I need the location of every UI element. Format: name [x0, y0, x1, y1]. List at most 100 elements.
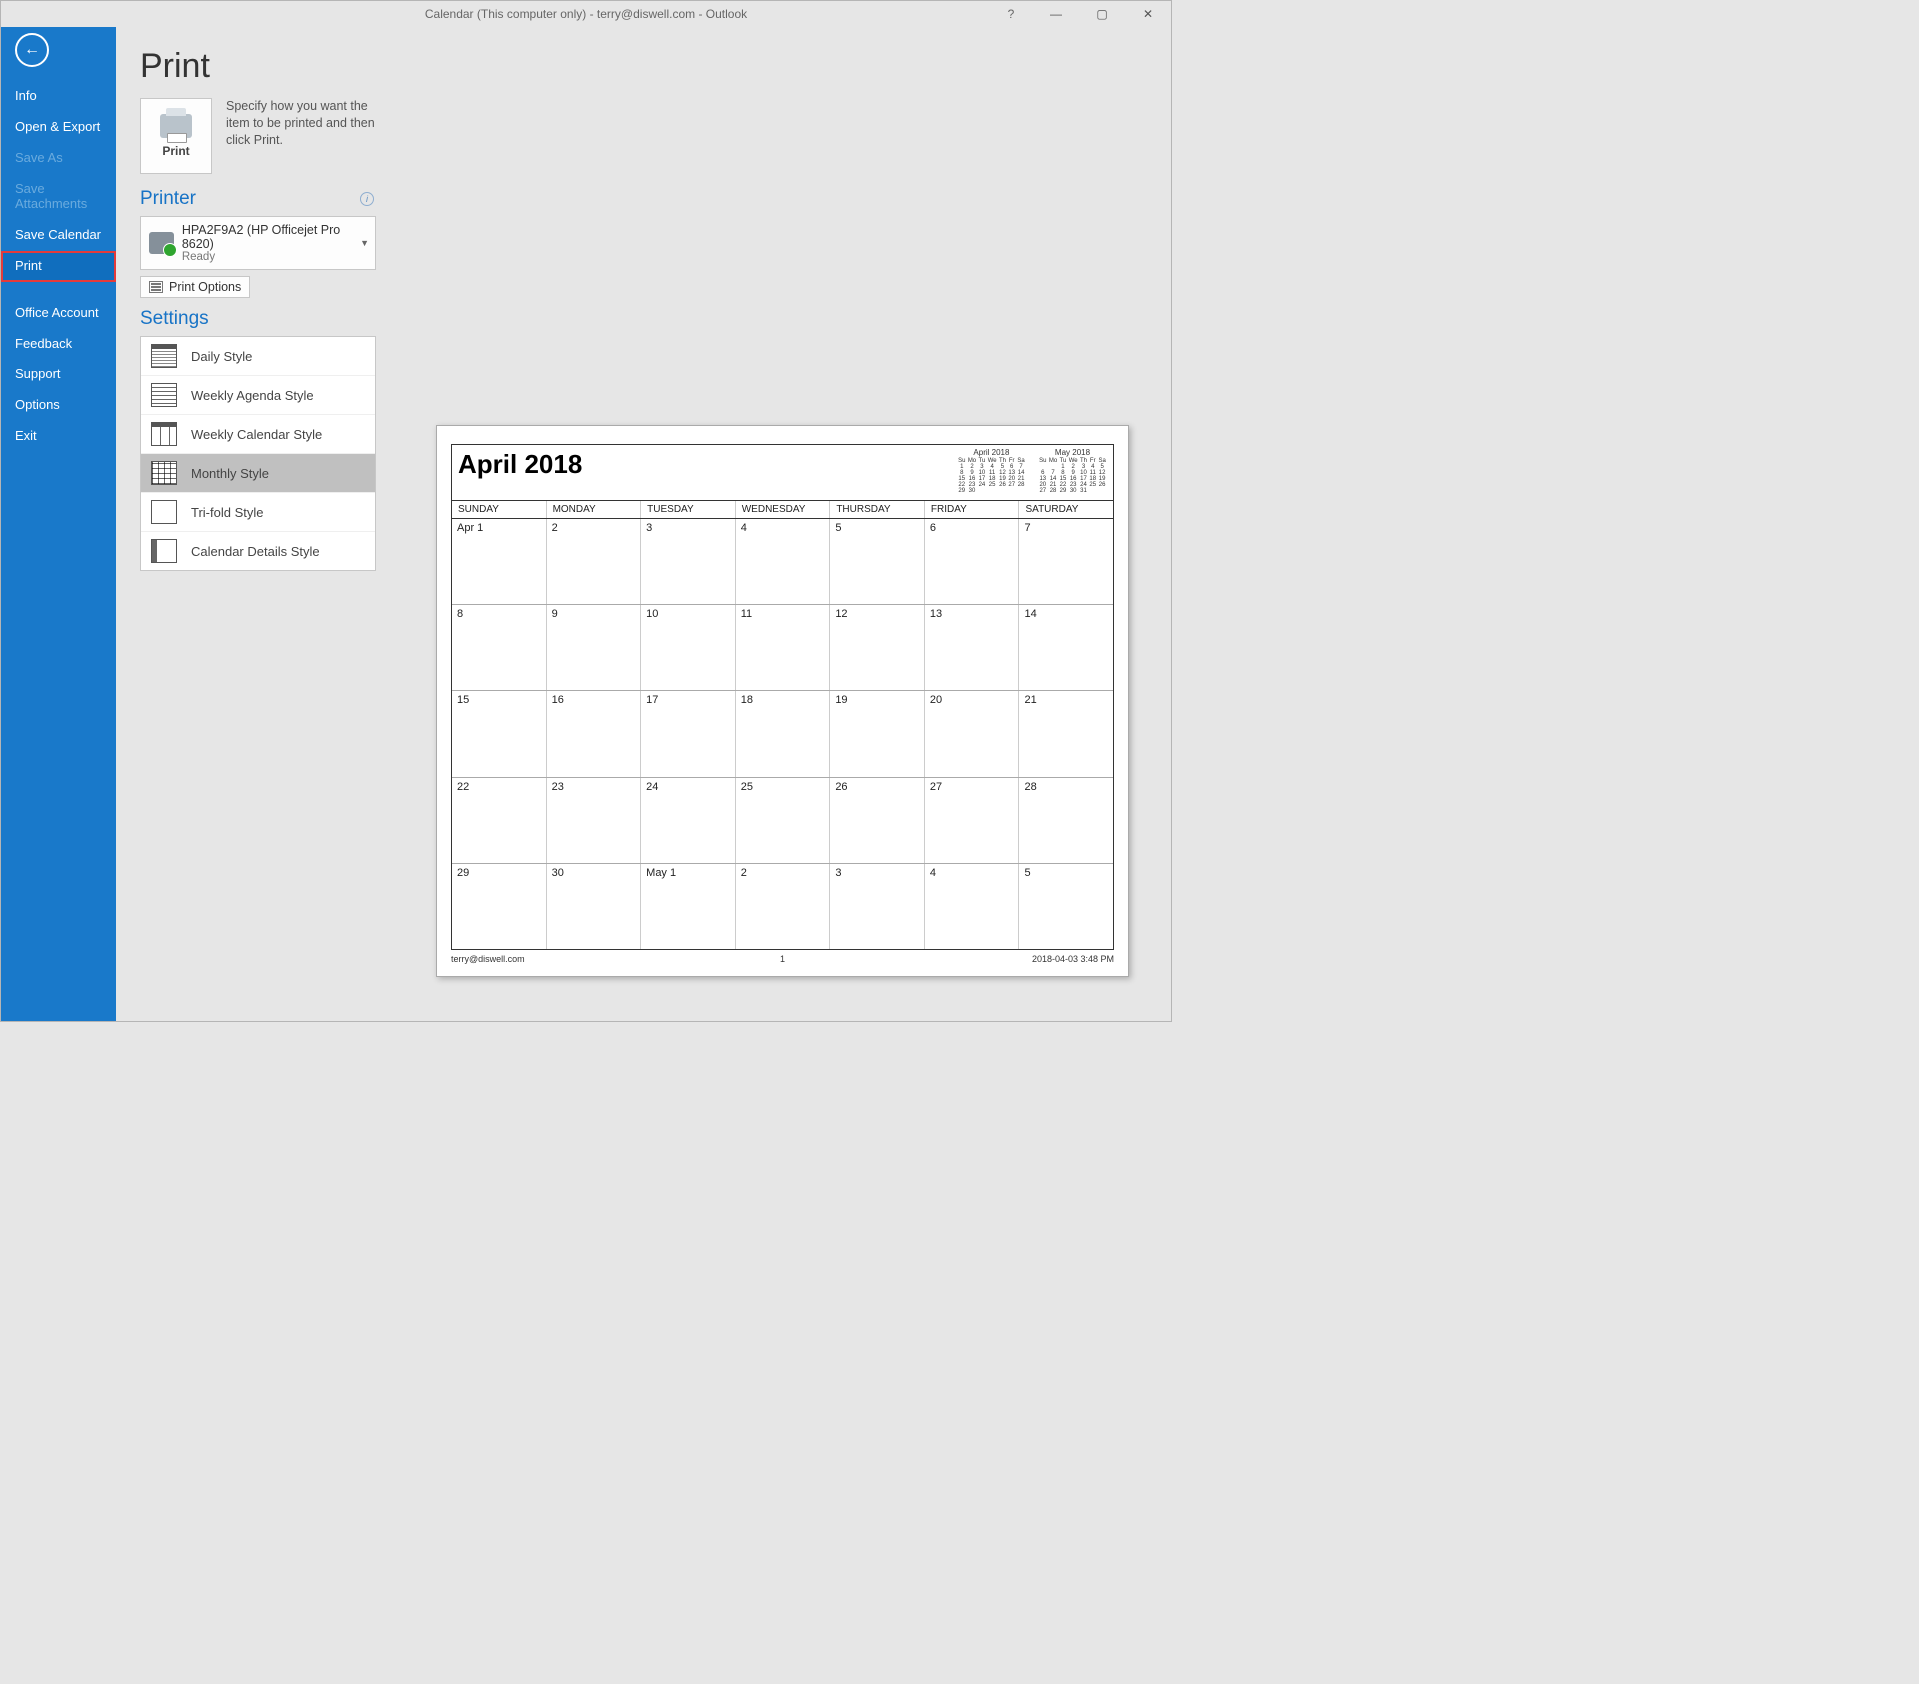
calendar-day-cell: 28 — [1019, 778, 1113, 863]
style-label: Calendar Details Style — [191, 544, 320, 559]
weekly-agenda-icon — [151, 383, 177, 407]
calendar-day-cell: 10 — [641, 605, 736, 690]
calendar-day-cell: 25 — [736, 778, 831, 863]
daily-icon — [151, 344, 177, 368]
outlook-window: Calendar (This computer only) - terry@di… — [0, 0, 1172, 1022]
preview-footer: terry@diswell.com 1 2018-04-03 3:48 PM — [451, 950, 1114, 964]
calendar-day-cell: 15 — [452, 691, 547, 776]
nav-item-save-attachments: Save Attachments — [1, 174, 116, 220]
calendar-day-cell: May 1 — [641, 864, 736, 949]
calendar-day-cell: 17 — [641, 691, 736, 776]
print-button-tile[interactable]: Print — [140, 98, 212, 174]
nav-item-feedback[interactable]: Feedback — [1, 329, 116, 360]
calendar-day-cell: 29 — [452, 864, 547, 949]
mini-calendars: April 2018SuMoTuWeThFrSa1234567891011121… — [957, 449, 1107, 494]
settings-heading: Settings — [140, 308, 376, 330]
day-of-week-row: SUNDAYMONDAYTUESDAYWEDNESDAYTHURSDAYFRID… — [452, 501, 1113, 519]
calendar-day-cell: 24 — [641, 778, 736, 863]
nav-item-options[interactable]: Options — [1, 390, 116, 421]
maximize-button[interactable]: ▢ — [1079, 1, 1125, 27]
mini-calendar: April 2018SuMoTuWeThFrSa1234567891011121… — [957, 449, 1026, 494]
style-label: Tri-fold Style — [191, 505, 263, 520]
nav-item-save-calendar[interactable]: Save Calendar — [1, 220, 116, 251]
style-trifold[interactable]: Tri-fold Style — [141, 493, 375, 532]
chevron-down-icon: ▼ — [360, 238, 369, 248]
calendar-day-cell: 27 — [925, 778, 1020, 863]
monthly-icon — [151, 461, 177, 485]
info-icon[interactable]: i — [360, 192, 374, 206]
preview-header: April 2018 April 2018SuMoTuWeThFrSa12345… — [451, 444, 1114, 501]
calendar-day-cell: 2 — [736, 864, 831, 949]
style-label: Daily Style — [191, 349, 252, 364]
calendar-week: Apr 1234567 — [452, 519, 1113, 605]
style-label: Monthly Style — [191, 466, 269, 481]
back-button[interactable]: ← — [15, 33, 49, 67]
dow-header: WEDNESDAY — [736, 501, 831, 518]
back-arrow-icon: ← — [24, 41, 40, 59]
dow-header: SATURDAY — [1019, 501, 1113, 518]
backstage-sidebar: ← InfoOpen & ExportSave AsSave Attachmen… — [1, 27, 116, 1021]
close-button[interactable]: ✕ — [1125, 1, 1171, 27]
calendar-day-cell: 5 — [830, 519, 925, 604]
calendar-day-cell: 23 — [547, 778, 642, 863]
style-label: Weekly Calendar Style — [191, 427, 322, 442]
nav-item-info[interactable]: Info — [1, 81, 116, 112]
calendar-day-cell: 19 — [830, 691, 925, 776]
calendar-week: 15161718192021 — [452, 691, 1113, 777]
style-weekly-agenda[interactable]: Weekly Agenda Style — [141, 376, 375, 415]
dow-header: THURSDAY — [830, 501, 925, 518]
calendar-week: 891011121314 — [452, 605, 1113, 691]
details-icon — [151, 539, 177, 563]
style-details[interactable]: Calendar Details Style — [141, 532, 375, 570]
calendar-day-cell: 9 — [547, 605, 642, 690]
nav-item-support[interactable]: Support — [1, 359, 116, 390]
calendar-day-cell: 26 — [830, 778, 925, 863]
calendar-day-cell: 4 — [925, 864, 1020, 949]
calendar-grid: SUNDAYMONDAYTUESDAYWEDNESDAYTHURSDAYFRID… — [451, 501, 1114, 950]
printer-icon — [160, 114, 192, 138]
help-button[interactable]: ? — [991, 1, 1031, 27]
print-options-button[interactable]: Print Options — [140, 276, 250, 298]
print-options-icon — [149, 281, 163, 293]
dow-header: TUESDAY — [641, 501, 736, 518]
printer-status-icon — [149, 232, 174, 254]
mini-calendar: May 2018SuMoTuWeThFrSa123456789101112131… — [1038, 449, 1107, 494]
printer-meta: HPA2F9A2 (HP Officejet Pro 8620) Ready — [182, 223, 367, 263]
window-controls: — ▢ ✕ — [1033, 1, 1171, 27]
calendar-day-cell: 13 — [925, 605, 1020, 690]
calendar-day-cell: 6 — [925, 519, 1020, 604]
minimize-button[interactable]: — — [1033, 1, 1079, 27]
style-daily[interactable]: Daily Style — [141, 337, 375, 376]
calendar-day-cell: 7 — [1019, 519, 1113, 604]
calendar-day-cell: 3 — [830, 864, 925, 949]
style-weekly-cal[interactable]: Weekly Calendar Style — [141, 415, 375, 454]
calendar-day-cell: 30 — [547, 864, 642, 949]
calendar-day-cell: 5 — [1019, 864, 1113, 949]
calendar-day-cell: 8 — [452, 605, 547, 690]
style-label: Weekly Agenda Style — [191, 388, 314, 403]
weekly-cal-icon — [151, 422, 177, 446]
print-settings-panel: Print Print Specify how you want the ite… — [116, 27, 390, 1021]
nav-item-exit[interactable]: Exit — [1, 421, 116, 452]
calendar-day-cell: 4 — [736, 519, 831, 604]
printer-dropdown[interactable]: HPA2F9A2 (HP Officejet Pro 8620) Ready ▼ — [140, 216, 376, 270]
footer-page-number: 1 — [780, 954, 785, 964]
calendar-title: April 2018 — [458, 449, 582, 480]
nav-item-print[interactable]: Print — [1, 251, 116, 282]
nav-item-office-account[interactable]: Office Account — [1, 298, 116, 329]
calendar-day-cell: 22 — [452, 778, 547, 863]
dow-header: MONDAY — [547, 501, 642, 518]
calendar-day-cell: 18 — [736, 691, 831, 776]
titlebar: Calendar (This computer only) - terry@di… — [1, 1, 1171, 27]
calendar-day-cell: 16 — [547, 691, 642, 776]
page-title: Print — [140, 47, 376, 86]
window-title: Calendar (This computer only) - terry@di… — [425, 7, 747, 21]
nav-item-save-as: Save As — [1, 143, 116, 174]
nav-item-open-export[interactable]: Open & Export — [1, 112, 116, 143]
print-style-list: Daily Style Weekly Agenda Style Weekly Cal… — [140, 336, 376, 571]
calendar-day-cell: 11 — [736, 605, 831, 690]
print-tile-label: Print — [162, 144, 189, 158]
calendar-day-cell: 21 — [1019, 691, 1113, 776]
style-monthly[interactable]: Monthly Style — [141, 454, 375, 493]
printer-status: Ready — [182, 251, 367, 263]
